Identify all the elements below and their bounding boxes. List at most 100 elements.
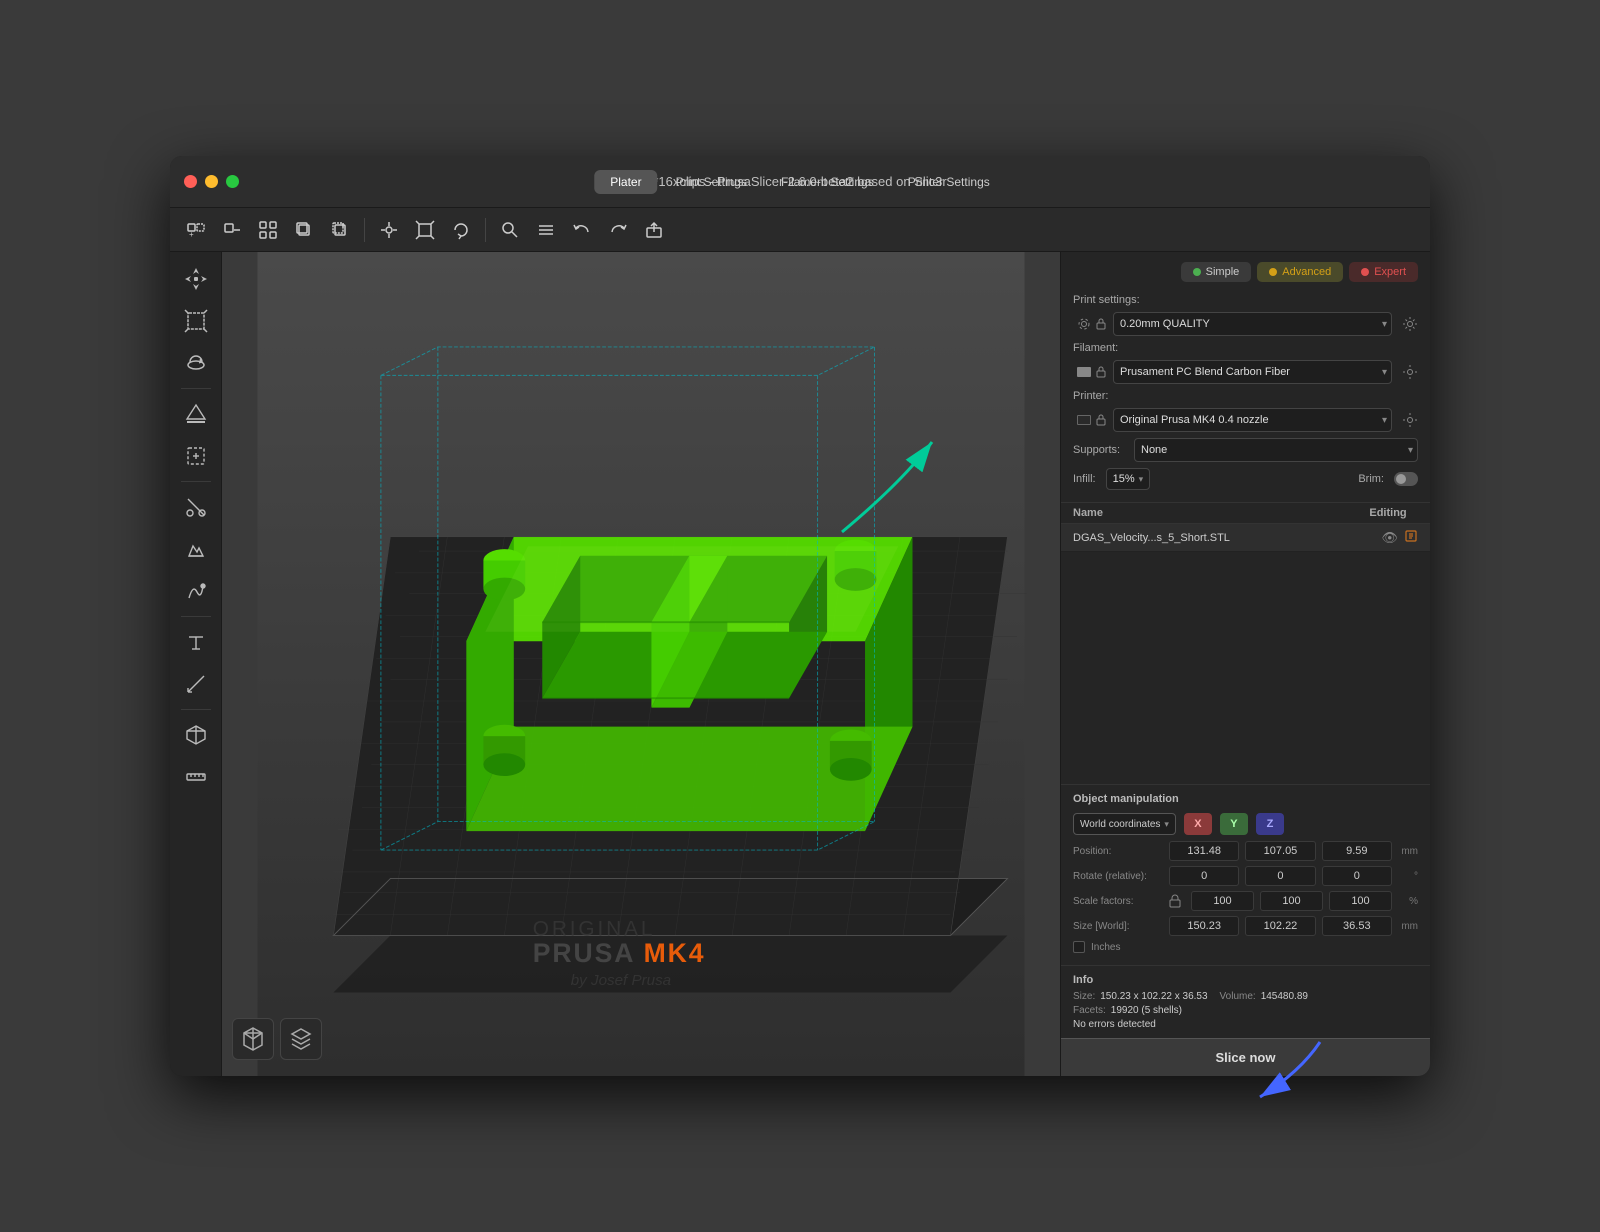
lt-sep-1: [181, 388, 211, 389]
simple-mode-dot: [1193, 268, 1201, 276]
scale-label: Scale factors:: [1073, 896, 1163, 907]
printer-lock-icon: [1095, 414, 1107, 426]
nav-tabs: Plater Print Settings Filament Settings …: [594, 170, 1006, 194]
tab-plater[interactable]: Plater: [594, 170, 657, 194]
scale-lock-container: [1169, 894, 1181, 908]
ruler-button[interactable]: [177, 758, 215, 796]
tab-printer-settings[interactable]: Printer Settings: [892, 170, 1006, 194]
left-toolbar: [170, 252, 222, 1076]
col-name-header: Name: [1073, 507, 1358, 519]
rotate-3d-button[interactable]: [177, 344, 215, 382]
copy-button[interactable]: [288, 214, 320, 246]
print-settings-field[interactable]: 0.20mm QUALITY ▾: [1113, 312, 1392, 336]
view-3d-perspective-button[interactable]: [232, 1018, 274, 1060]
info-size-row: Size: 150.23 x 102.22 x 36.53 Volume: 14…: [1073, 991, 1418, 1002]
world-coord-arrow: ▾: [1164, 819, 1169, 830]
inches-checkbox[interactable]: [1073, 941, 1085, 953]
seam-paint-button[interactable]: [177, 572, 215, 610]
tab-filament-settings[interactable]: Filament Settings: [765, 170, 890, 194]
mode-advanced-button[interactable]: Advanced: [1257, 262, 1343, 282]
scale-lock-icon[interactable]: [1169, 894, 1181, 908]
mode-simple-button[interactable]: Simple: [1181, 262, 1252, 282]
rotate-y-value[interactable]: 0: [1245, 866, 1315, 886]
world-coord-row: World coordinates ▾ X Y Z: [1073, 813, 1418, 835]
measure-button[interactable]: [177, 665, 215, 703]
object-list: DGAS_Velocity...s_5_Short.STL 👁: [1061, 524, 1430, 552]
filament-config-icon[interactable]: [1402, 364, 1418, 380]
scale-button[interactable]: [409, 214, 441, 246]
remove-object-button[interactable]: [216, 214, 248, 246]
toolbar-separator-1: [364, 218, 365, 242]
infill-value[interactable]: 15% ▾: [1106, 468, 1151, 490]
export-button[interactable]: [638, 214, 670, 246]
arrange-button[interactable]: [252, 214, 284, 246]
rotate-z-value[interactable]: 0: [1322, 866, 1392, 886]
object-list-header: Name Editing: [1061, 502, 1430, 524]
print-settings-lock-icon: [1095, 318, 1107, 330]
supports-arrow: ▾: [1408, 445, 1413, 456]
print-settings-value: 0.20mm QUALITY: [1120, 318, 1210, 330]
close-button[interactable]: [184, 175, 197, 188]
mode-expert-button[interactable]: Expert: [1349, 262, 1418, 282]
minimize-button[interactable]: [205, 175, 218, 188]
titlebar: *16xclips - PrusaSlicer-2.6.0-beta2 base…: [170, 156, 1430, 208]
place-on-face-button[interactable]: [177, 395, 215, 433]
supports-field[interactable]: None ▾: [1134, 438, 1418, 462]
add-object-button[interactable]: +: [180, 214, 212, 246]
print-settings-config-icon[interactable]: [1402, 316, 1418, 332]
tab-print-settings[interactable]: Print Settings: [660, 170, 763, 194]
undo-button[interactable]: [566, 214, 598, 246]
settings-button[interactable]: [530, 214, 562, 246]
right-panel: Simple Advanced Expert Print settings:: [1060, 252, 1430, 1076]
print-settings-gear-icon: [1077, 317, 1091, 331]
move-3d-button[interactable]: [177, 260, 215, 298]
viewport[interactable]: ORIGINAL PRUSA MK4 by Josef Prusa: [222, 252, 1060, 1076]
info-volume-label: Volume:: [1220, 991, 1256, 1002]
svg-text:+: +: [189, 230, 194, 239]
scale-z-value[interactable]: 100: [1329, 891, 1392, 911]
redo-button[interactable]: [602, 214, 634, 246]
position-y-value[interactable]: 107.05: [1245, 841, 1315, 861]
search-button[interactable]: [494, 214, 526, 246]
brim-label: Brim:: [1358, 473, 1384, 485]
object-list-item[interactable]: DGAS_Velocity...s_5_Short.STL 👁: [1061, 524, 1430, 552]
printer-value: Original Prusa MK4 0.4 nozzle: [1120, 414, 1269, 426]
filament-arrow: ▾: [1382, 367, 1387, 378]
position-z-value[interactable]: 9.59: [1322, 841, 1392, 861]
print-settings-label: Print settings:: [1073, 294, 1140, 306]
size-x-value[interactable]: 150.23: [1169, 916, 1239, 936]
supports-label: Supports:: [1073, 444, 1128, 456]
slice-now-button[interactable]: Slice now: [1061, 1038, 1430, 1076]
paste-button[interactable]: [324, 214, 356, 246]
scale-3d-button[interactable]: [177, 302, 215, 340]
info-size-item: Size: 150.23 x 102.22 x 36.53: [1073, 991, 1208, 1002]
filament-field[interactable]: Prusament PC Blend Carbon Fiber ▾: [1113, 360, 1392, 384]
size-unit: mm: [1398, 921, 1418, 932]
printer-config-icon[interactable]: [1402, 412, 1418, 428]
info-no-errors: No errors detected: [1073, 1019, 1418, 1030]
size-y-value[interactable]: 102.22: [1245, 916, 1315, 936]
position-unit: mm: [1398, 846, 1418, 857]
world-coordinates-button[interactable]: World coordinates ▾: [1073, 813, 1176, 835]
visibility-icon[interactable]: 👁: [1381, 530, 1398, 546]
position-x-value[interactable]: 131.48: [1169, 841, 1239, 861]
maximize-button[interactable]: [226, 175, 239, 188]
printer-field[interactable]: Original Prusa MK4 0.4 nozzle ▾: [1113, 408, 1392, 432]
rotate-button[interactable]: [445, 214, 477, 246]
text-button[interactable]: [177, 623, 215, 661]
view-layers-button[interactable]: [280, 1018, 322, 1060]
view-3d-button[interactable]: [177, 716, 215, 754]
scale-y-value[interactable]: 100: [1260, 891, 1323, 911]
axis-y-label: Y: [1220, 813, 1248, 835]
select-rect-button[interactable]: [177, 437, 215, 475]
edit-icon[interactable]: [1404, 529, 1418, 546]
size-label: Size [World]:: [1073, 921, 1163, 932]
move-button[interactable]: [373, 214, 405, 246]
cut-button[interactable]: [177, 488, 215, 526]
size-z-value[interactable]: 36.53: [1322, 916, 1392, 936]
object-name: DGAS_Velocity...s_5_Short.STL: [1073, 532, 1381, 544]
rotate-x-value[interactable]: 0: [1169, 866, 1239, 886]
support-paint-button[interactable]: [177, 530, 215, 568]
scale-x-value[interactable]: 100: [1191, 891, 1254, 911]
brim-toggle[interactable]: [1394, 472, 1418, 486]
